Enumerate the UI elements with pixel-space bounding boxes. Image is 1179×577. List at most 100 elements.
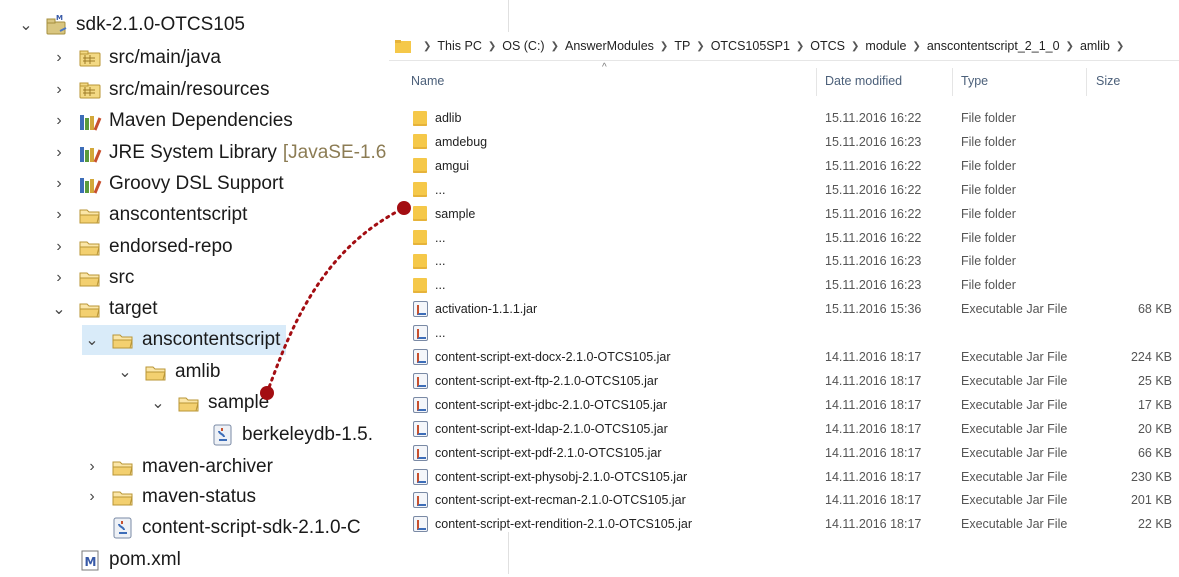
tree-item-target[interactable]: ⌄ target [49,294,158,324]
breadcrumb-item[interactable]: This PC [437,39,481,53]
chevron-right-icon[interactable]: › [49,43,69,73]
breadcrumb-item[interactable]: OS (C:) [502,39,544,53]
tree-item-endorsed-repo[interactable]: › endorsed-repo [49,232,232,262]
tree-item-berkeleydb-jar[interactable]: berkeleydb-1.5. [182,420,373,450]
tree-item-project[interactable]: ⌄ M sdk-2.1.0-OTCS105 [16,10,245,40]
file-row[interactable]: content-script-ext-recman-2.1.0-OTCS105.… [389,488,1179,512]
tree-item-jre-system-library[interactable]: › JRE System Library [JavaSE-1.6 [49,138,386,168]
chevron-down-icon[interactable]: ⌄ [82,325,102,355]
file-type: Executable Jar File [961,350,1068,364]
chevron-right-icon[interactable]: › [49,169,69,199]
file-row[interactable]: ... 15.11.2016 16:23 File folder [389,273,1179,297]
tree-item-maven-dependencies[interactable]: › Maven Dependencies [49,106,292,136]
address-bar[interactable]: ❯ This PC ❯ OS (C:) ❯ AnswerModules ❯ TP… [389,32,1179,61]
breadcrumb-item[interactable]: anscontentscript_2_1_0 [927,39,1060,53]
chevron-down-icon[interactable]: ⌄ [148,388,168,418]
breadcrumb-item[interactable]: OTCS [810,39,845,53]
chevron-down-icon[interactable]: ⌄ [16,10,36,40]
file-row[interactable]: amdebug 15.11.2016 16:23 File folder [389,130,1179,154]
source-folder-icon [77,46,103,70]
tree-item-label: berkeleydb-1.5. [242,424,373,445]
column-divider[interactable] [816,68,817,96]
tree-item-maven-status[interactable]: › maven-status [82,482,256,512]
column-header-name[interactable]: Name [411,66,444,96]
file-type: Executable Jar File [961,469,1068,484]
chevron-right-icon[interactable]: › [49,106,69,136]
file-row[interactable]: adlib 15.11.2016 16:22 File folder [389,106,1179,130]
chevron-right-icon[interactable]: › [49,200,69,230]
file-size: 66 KB [1137,445,1172,460]
tree-item-label: Groovy DSL Support [109,173,284,194]
chevron-down-icon[interactable]: ⌄ [49,294,69,324]
file-row[interactable]: content-script-ext-ldap-2.1.0-OTCS105.ja… [389,417,1179,441]
breadcrumb-item[interactable]: TP [674,39,690,53]
tree-item-anscontentscript[interactable]: › anscontentscript [49,200,247,230]
column-header-date[interactable]: Date modified [825,66,902,96]
tree-item-content-script-sdk-jar[interactable]: content-script-sdk-2.1.0-C [82,513,361,543]
file-type: Executable Jar File [961,302,1068,317]
tree-item-sample[interactable]: ⌄ sample [148,388,269,418]
breadcrumb-item[interactable]: AnswerModules [565,39,654,53]
tree-item-maven-archiver[interactable]: › maven-archiver [82,452,273,482]
file-size [1109,273,1172,297]
folder-icon [110,485,136,509]
file-row[interactable]: content-script-ext-physobj-2.1.0-OTCS105… [389,465,1179,489]
file-type: File folder [961,230,1016,245]
file-name: content-script-ext-jdbc-2.1.0-OTCS105.ja… [435,397,668,412]
file-row[interactable]: amgui 15.11.2016 16:22 File folder [389,154,1179,178]
tree-item-src-main-java[interactable]: › src/main/java [49,43,221,73]
file-size: 22 KB [1137,517,1172,532]
chevron-right-icon[interactable]: › [82,452,102,482]
tree-item-src-main-resources[interactable]: › src/main/resources [49,75,269,105]
file-row[interactable]: activation-1.1.1.jar 15.11.2016 15:36 Exec… [389,297,1179,321]
column-divider[interactable] [1086,68,1087,96]
file-date-modified: 15.11.2016 15:36 [825,302,922,317]
breadcrumb-item[interactable]: OTCS105SP1 [711,39,790,53]
file-row[interactable]: ... 15.11.2016 16:22 File folder [389,226,1179,250]
file-size [1109,249,1172,273]
file-type: File folder [961,182,1016,197]
file-row[interactable]: ... [389,321,1179,345]
file-name: sample [435,206,476,221]
jar-file-icon [413,465,431,489]
column-divider[interactable] [952,68,953,96]
maven-pom-icon: M [77,548,103,572]
tree-item-label: src [109,267,135,288]
tree-item-amlib[interactable]: ⌄ amlib [115,357,220,387]
file-name: ... [435,230,446,245]
file-type: Executable Jar File [961,517,1068,532]
column-header-size[interactable]: Size [1096,66,1120,96]
file-row[interactable]: content-script-ext-ftp-2.1.0-OTCS105.jar… [389,369,1179,393]
file-type: File folder [961,254,1016,269]
file-row[interactable]: ... 15.11.2016 16:23 File folder [389,249,1179,273]
chevron-right-icon[interactable]: › [49,75,69,105]
tree-item-label: target [109,298,158,319]
tree-item-src[interactable]: › src [49,263,134,293]
folder-icon [110,455,136,479]
library-icon [77,172,103,196]
file-row[interactable]: content-script-ext-jdbc-2.1.0-OTCS105.ja… [389,393,1179,417]
breadcrumb-item[interactable]: amlib [1080,39,1110,53]
file-row[interactable]: content-script-ext-pdf-2.1.0-OTCS105.jar… [389,441,1179,465]
file-date-modified: 14.11.2016 18:17 [825,373,922,388]
tree-item-label: JRE System Library [109,142,277,163]
breadcrumb-item[interactable]: module [865,39,906,53]
file-name: content-script-ext-ldap-2.1.0-OTCS105.ja… [435,421,668,436]
file-size [1109,226,1172,250]
column-header-type[interactable]: Type [961,66,988,96]
chevron-down-icon[interactable]: ⌄ [115,357,135,387]
breadcrumb-separator-icon: ❯ [487,40,497,52]
chevron-right-icon[interactable]: › [49,263,69,293]
breadcrumb-separator-icon: ❯ [659,40,669,52]
chevron-right-icon[interactable]: › [49,232,69,262]
tree-item-target-anscontentscript[interactable]: ⌄ anscontentscript [82,325,287,355]
file-row[interactable]: ... 15.11.2016 16:22 File folder [389,178,1179,202]
file-row[interactable]: sample 15.11.2016 16:22 File folder [389,202,1179,226]
chevron-right-icon[interactable]: › [49,138,69,168]
chevron-right-icon[interactable]: › [82,482,102,512]
file-size: 224 KB [1130,350,1172,364]
tree-item-groovy-dsl-support[interactable]: › Groovy DSL Support [49,169,284,199]
folder-icon [395,39,411,53]
file-row[interactable]: content-script-ext-docx-2.1.0-OTCS105.ja… [389,345,1179,369]
tree-item-pom-xml[interactable]: M pom.xml [49,545,181,575]
